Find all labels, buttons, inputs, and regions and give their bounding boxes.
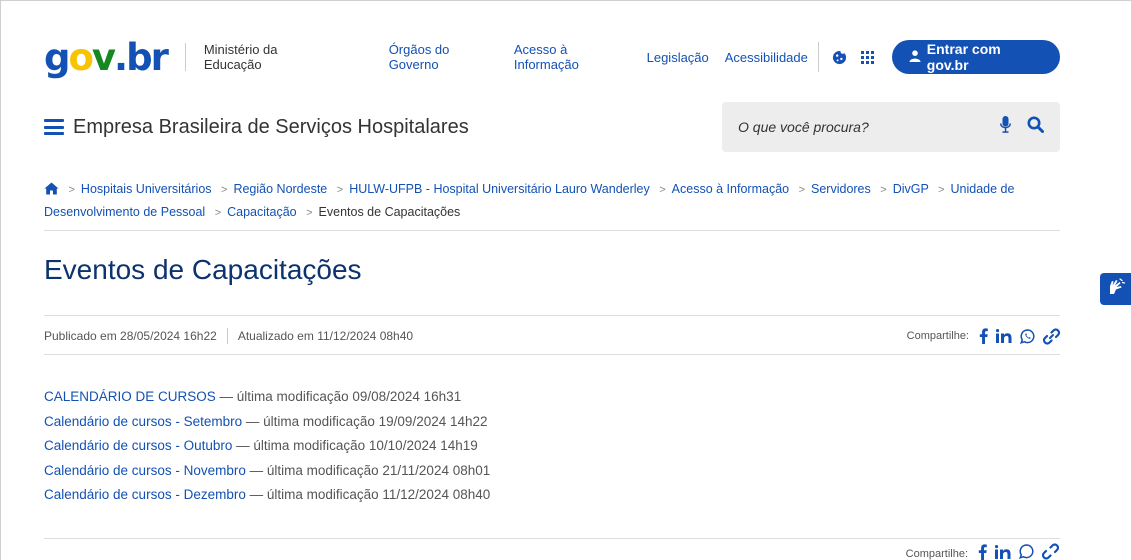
file-list: CALENDÁRIO DE CURSOS — última modificaçã…	[44, 385, 1060, 508]
linkedin-icon[interactable]	[994, 544, 1011, 560]
link-icon[interactable]	[1043, 327, 1060, 345]
site-name[interactable]: Empresa Brasileira de Serviços Hospitala…	[73, 116, 469, 139]
header-top-row: g o v. br Ministério da Educação Órgãos do …	[44, 35, 1060, 79]
link-orgaos-do-governo[interactable]: Órgãos do Governo	[389, 42, 498, 72]
link-icon[interactable]	[1041, 543, 1060, 560]
file-modified: — última modificação 19/09/2024 14h22	[242, 413, 488, 429]
sign-language-widget[interactable]	[1100, 273, 1131, 305]
file-modified: — última modificação 10/10/2024 14h19	[232, 438, 478, 453]
page-title: Eventos de Capacitações	[44, 254, 362, 285]
file-modified: — última modificação 21/11/2024 08h01	[245, 462, 491, 478]
published-date: Publicado em 28/05/2024 16h22	[44, 329, 217, 343]
user-icon	[909, 49, 921, 65]
breadcrumb-separator: >	[306, 207, 313, 219]
breadcrumb-item[interactable]: Acesso à Informação	[672, 182, 789, 196]
apps-grid-icon[interactable]	[856, 46, 877, 68]
list-item: Calendário de cursos - Outubro — última …	[44, 434, 1060, 459]
cookie-icon[interactable]	[829, 46, 850, 68]
search-icon[interactable]	[1027, 116, 1044, 138]
header-divider-2	[817, 42, 819, 72]
share-bar: Compartilhe:	[906, 327, 1060, 345]
breadcrumb-separator: >	[221, 184, 228, 196]
meta-separator	[226, 328, 228, 344]
header-divider	[184, 43, 186, 71]
facebook-icon[interactable]	[979, 328, 988, 344]
breadcrumb-separator: >	[880, 184, 887, 196]
divider	[44, 230, 1060, 231]
govbr-logo[interactable]: g o v. br	[44, 39, 169, 76]
updated-date: Atualizado em 11/12/2024 08h40	[237, 329, 414, 343]
breadcrumb-current: Eventos de Capacitações	[318, 205, 461, 219]
file-modified: — última modificação 09/08/2024 16h31	[215, 389, 462, 404]
list-item: Calendário de cursos - Setembro — última…	[44, 410, 1060, 435]
whatsapp-icon[interactable]	[1020, 328, 1035, 344]
facebook-icon[interactable]	[978, 543, 987, 560]
breadcrumb-separator: >	[798, 184, 806, 196]
breadcrumb-item[interactable]: Capacitação	[227, 205, 297, 219]
link-acessibilidade[interactable]: Acessibilidade	[725, 50, 808, 65]
whatsapp-icon[interactable]	[1018, 544, 1034, 560]
share-label: Compartilhe:	[906, 330, 969, 342]
divider	[44, 354, 1060, 355]
search-bar[interactable]: O que você procura?	[722, 102, 1060, 152]
link-acesso-a-informacao[interactable]: Acesso à Informação	[514, 42, 631, 72]
breadcrumb: > Hospitais Universitários > Região Nordes…	[44, 179, 1060, 224]
divider	[44, 315, 1060, 316]
file-link[interactable]: Calendário de cursos - Dezembro	[44, 487, 246, 502]
file-link[interactable]: Calendário de cursos - Novembro	[44, 463, 246, 478]
breadcrumb-separator: >	[214, 207, 222, 219]
microphone-icon[interactable]	[1000, 116, 1011, 138]
link-legislacao[interactable]: Legislação	[647, 50, 709, 65]
divider	[44, 538, 1060, 539]
breadcrumb-item[interactable]: DivGP	[893, 182, 929, 196]
linkedin-icon[interactable]	[996, 329, 1012, 343]
breadcrumb-item[interactable]: HULW-UFPB - Hospital Universitário Lauro…	[349, 182, 650, 196]
list-item: Calendário de cursos - Novembro — última…	[44, 459, 1060, 484]
document-meta: Publicado em 28/05/2024 16h22 Atualizado…	[44, 323, 1060, 349]
sign-language-icon	[1106, 277, 1126, 302]
file-link[interactable]: CALENDÁRIO DE CURSOS	[44, 389, 216, 404]
home-icon[interactable]	[44, 181, 59, 202]
list-item: CALENDÁRIO DE CURSOS — última modificaçã…	[44, 385, 1060, 410]
login-label: Entrar com gov.br	[926, 41, 1001, 73]
menu-icon[interactable]	[44, 119, 64, 135]
ministry-name: Ministério da Educação	[203, 42, 278, 72]
search-input[interactable]: O que você procura?	[738, 119, 1000, 135]
breadcrumb-separator: >	[938, 184, 945, 196]
header-links: Órgãos do Governo Acesso à Informação Le…	[389, 42, 808, 72]
breadcrumb-item[interactable]: Hospitais Universitários	[81, 182, 212, 196]
file-link[interactable]: Calendário de cursos - Outubro	[44, 438, 232, 453]
share-label: Compartilhe:	[905, 548, 968, 560]
login-button[interactable]: Entrar com gov.br	[891, 40, 1060, 74]
file-modified: — última modificação 11/12/2024 08h40	[245, 487, 491, 502]
breadcrumb-item[interactable]: Região Nordeste	[233, 182, 327, 196]
share-bar-bottom: Compartilhe:	[905, 543, 1060, 560]
breadcrumb-separator: >	[659, 184, 666, 196]
list-item: Calendário de cursos - Dezembro — última…	[44, 483, 1060, 508]
header-title-row: Empresa Brasileira de Serviços Hospitala…	[44, 102, 1060, 152]
file-link[interactable]: Calendário de cursos - Setembro	[44, 414, 242, 429]
breadcrumb-separator: >	[68, 184, 75, 196]
breadcrumb-item[interactable]: Servidores	[811, 182, 871, 196]
breadcrumb-separator: >	[336, 184, 344, 196]
